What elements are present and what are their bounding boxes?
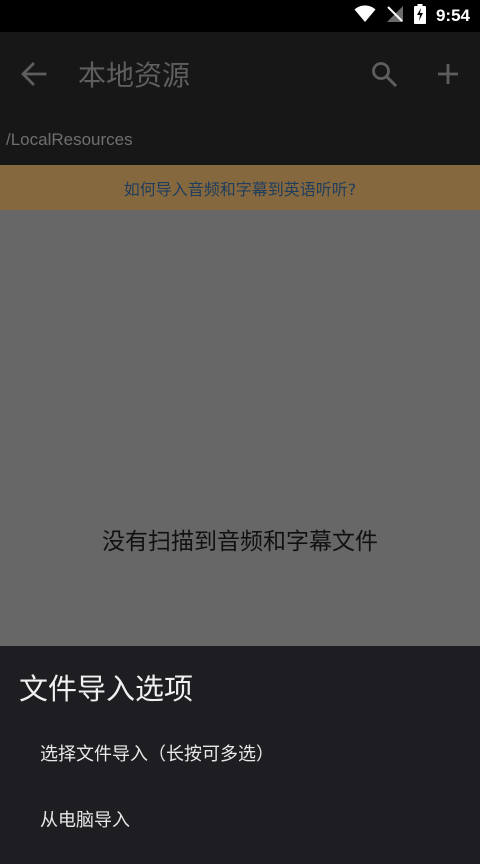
- status-icons: 9:54: [354, 0, 470, 32]
- page-title: 本地资源: [78, 59, 191, 92]
- empty-state-message: 没有扫描到音频和字幕文件: [102, 529, 378, 555]
- file-list-area: 没有扫描到音频和字幕文件: [0, 210, 480, 646]
- help-banner[interactable]: 如何导入音频和字幕到英语听听?: [0, 165, 480, 210]
- back-button[interactable]: [14, 56, 54, 96]
- sheet-title: 文件导入选项: [19, 672, 194, 706]
- search-icon: [371, 61, 398, 91]
- screen: 9:54 本地资源 /LocalResources 如何导入音频和字幕到英语听听…: [0, 0, 480, 864]
- select-files-import-option[interactable]: 选择文件导入（长按可多选）: [0, 722, 480, 784]
- import-options-sheet: 文件导入选项 选择文件导入（长按可多选） 从电脑导入: [0, 646, 480, 864]
- option-label: 从电脑导入: [40, 810, 130, 831]
- status-time: 9:54: [435, 6, 470, 25]
- add-button[interactable]: [428, 56, 468, 96]
- plus-icon: [436, 62, 460, 90]
- search-button[interactable]: [364, 56, 404, 96]
- app-bar: 本地资源: [0, 32, 480, 118]
- battery-charging-icon: [413, 4, 426, 28]
- wifi-icon: [354, 5, 376, 27]
- help-banner-link[interactable]: 如何导入音频和字幕到英语听听?: [124, 176, 357, 200]
- no-signal-icon: [386, 5, 404, 27]
- option-label: 选择文件导入（长按可多选）: [40, 744, 274, 765]
- arrow-left-icon: [21, 61, 47, 91]
- path-bar: /LocalResources: [0, 118, 480, 165]
- status-bar: 9:54: [0, 0, 480, 32]
- path-text: /LocalResources: [6, 130, 133, 149]
- import-from-computer-option[interactable]: 从电脑导入: [0, 788, 480, 850]
